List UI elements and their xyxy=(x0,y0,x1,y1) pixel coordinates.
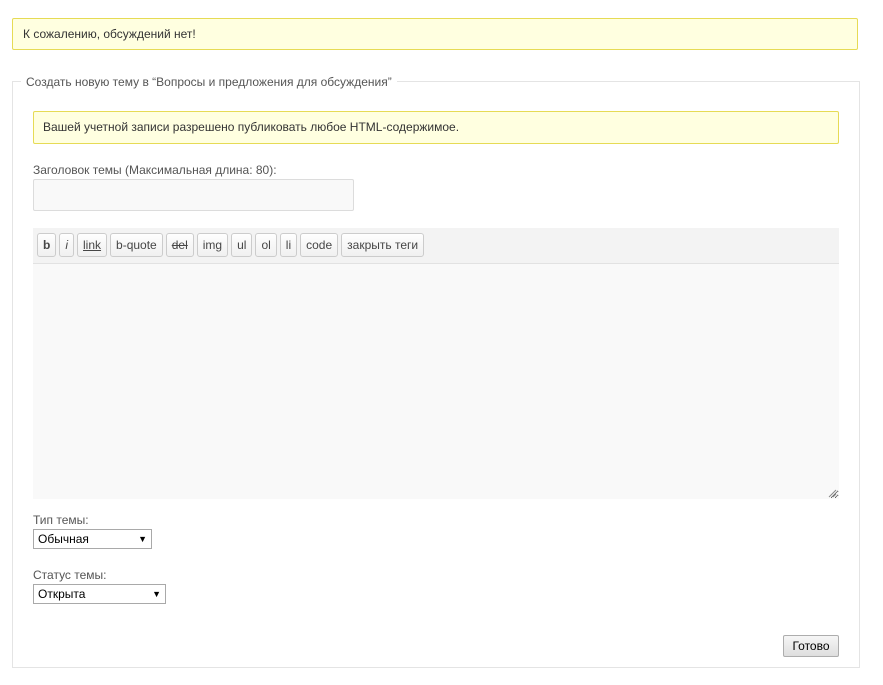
close-tags-button[interactable]: закрыть теги xyxy=(341,233,425,257)
topic-type-select[interactable]: Обычная ▼ xyxy=(33,529,152,549)
topic-title-label: Заголовок темы (Максимальная длина: 80): xyxy=(33,163,277,177)
link-button[interactable]: link xyxy=(77,233,108,257)
topic-status-label: Статус темы: xyxy=(33,568,107,582)
topic-type-label: Тип темы: xyxy=(33,513,89,527)
topic-title-input[interactable] xyxy=(33,179,354,211)
submit-button[interactable]: Готово xyxy=(783,635,839,657)
dropdown-arrow-icon: ▼ xyxy=(138,534,147,544)
blockquote-button[interactable]: b-quote xyxy=(110,233,163,257)
new-topic-legend: Создать новую тему в “Вопросы и предложе… xyxy=(21,74,397,90)
topic-content-textarea[interactable] xyxy=(33,264,839,499)
html-allowed-notice: Вашей учетной записи разрешено публикова… xyxy=(33,111,839,144)
topic-type-value: Обычная xyxy=(38,532,89,546)
ol-button[interactable]: ol xyxy=(255,233,277,257)
dropdown-arrow-icon: ▼ xyxy=(152,589,161,599)
code-button[interactable]: code xyxy=(300,233,339,257)
bold-button[interactable]: b xyxy=(37,233,57,257)
page: К сожалению, обсуждений нет! Создать нов… xyxy=(0,0,883,685)
no-discussions-notice: К сожалению, обсуждений нет! xyxy=(12,18,858,50)
ul-button[interactable]: ul xyxy=(231,233,253,257)
italic-button[interactable]: i xyxy=(59,233,75,257)
img-button[interactable]: img xyxy=(196,233,229,257)
li-button[interactable]: li xyxy=(279,233,298,257)
topic-status-value: Открыта xyxy=(38,587,86,601)
editor-toolbar: b i link b-quote del img ul ol li code з… xyxy=(33,228,839,264)
del-button[interactable]: del xyxy=(165,233,194,257)
topic-status-select[interactable]: Открыта ▼ xyxy=(33,584,166,604)
